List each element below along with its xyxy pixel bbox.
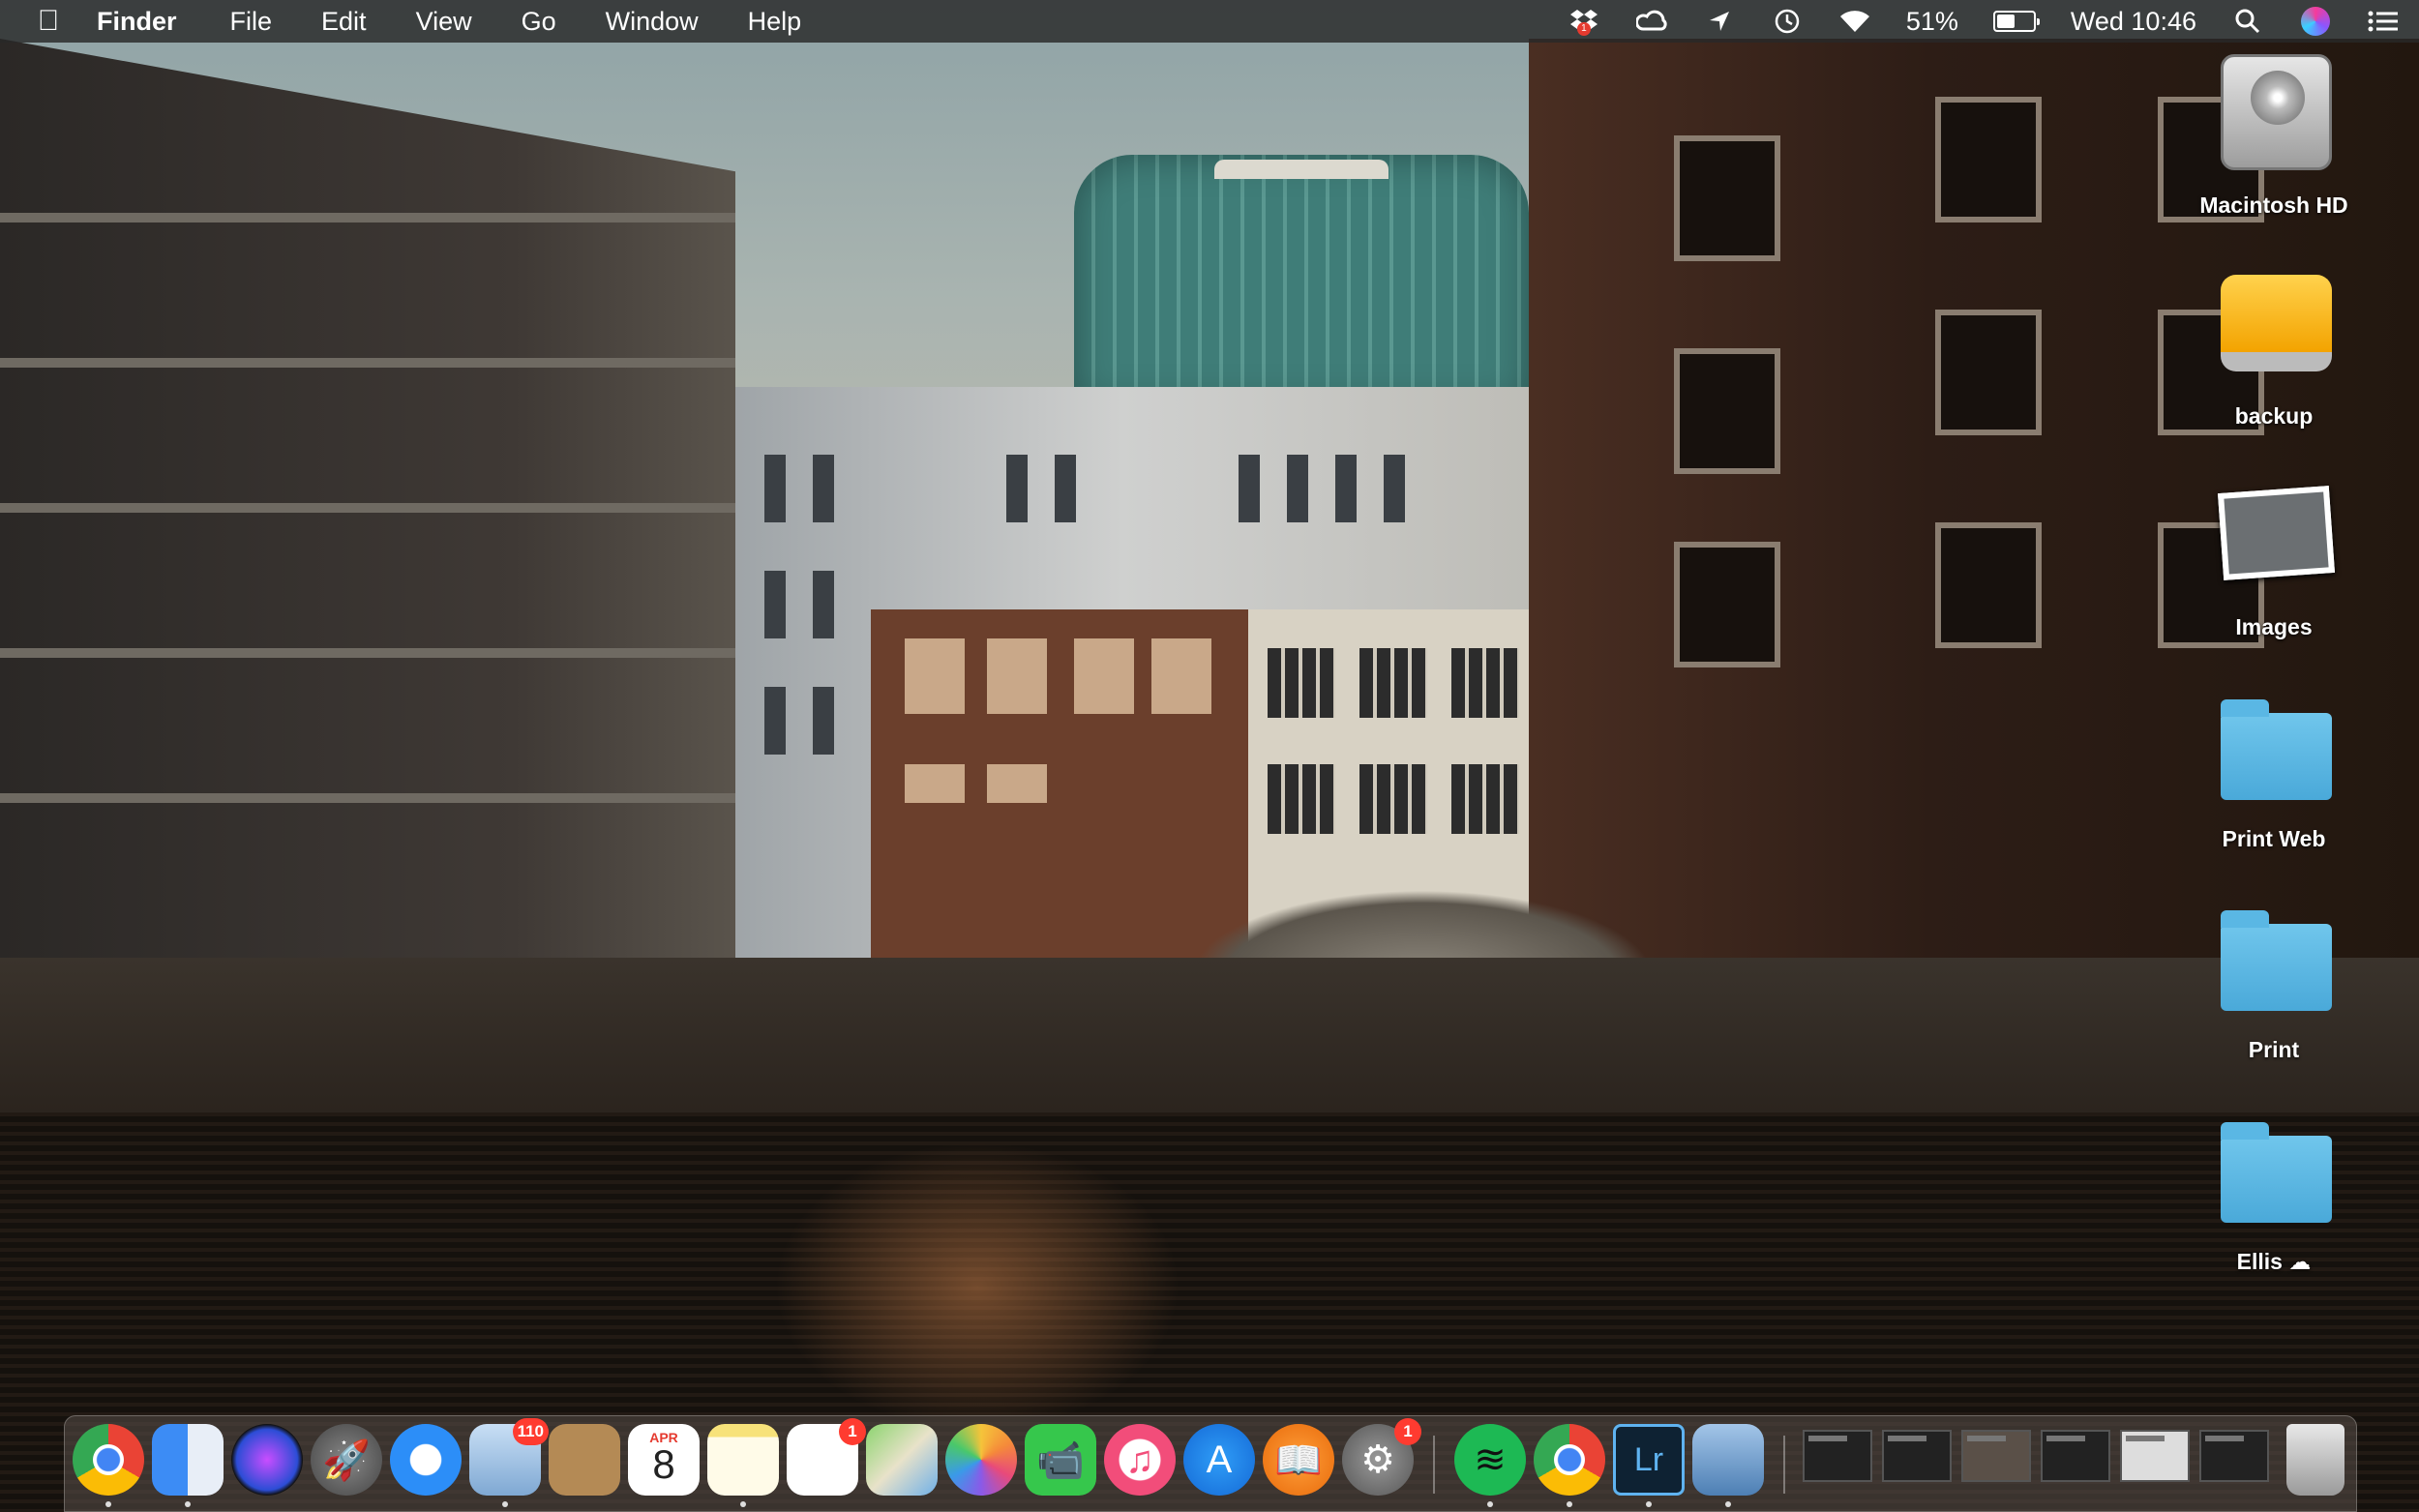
calendar-icon[interactable]: APR 8 — [628, 1424, 700, 1496]
music-note-icon[interactable]: ♫ — [1104, 1424, 1176, 1496]
compass-icon[interactable] — [390, 1424, 462, 1496]
menu-view[interactable]: View — [416, 7, 496, 37]
creative-cloud-icon[interactable] — [1635, 5, 1668, 38]
minimized-window-thumbnail[interactable] — [2120, 1430, 2190, 1482]
dock-divider — [1433, 1436, 1435, 1494]
folder-icon — [2221, 1122, 2332, 1223]
desktop-icon-ellis[interactable]: Ellis ☁ — [2148, 1111, 2400, 1304]
lightroom-icon[interactable]: Lr — [1613, 1424, 1685, 1496]
wifi-icon[interactable] — [1838, 5, 1871, 38]
minimized-window-thumbnail[interactable] — [2041, 1430, 2110, 1482]
status-area: 1 51% Wed 10:46 — [1568, 0, 2400, 43]
siri-icon[interactable] — [231, 1424, 303, 1496]
apple-menu-icon[interactable]:  — [0, 5, 97, 38]
wallpaper-reflection — [774, 1141, 1180, 1432]
desktop-icon-label: backup — [2234, 403, 2314, 429]
wallpaper-tower — [1074, 155, 1529, 406]
menu-app-finder[interactable]: Finder — [97, 7, 201, 37]
menu-window[interactable]: Window — [606, 7, 723, 37]
battery-percent: 51% — [1905, 6, 1958, 36]
facetime-icon[interactable]: 📹 — [1025, 1424, 1096, 1496]
time-machine-icon[interactable] — [1771, 5, 1804, 38]
maps-icon[interactable] — [866, 1424, 938, 1496]
chrome-icon[interactable] — [1534, 1424, 1605, 1496]
battery-fill — [1996, 15, 2016, 28]
desktop-icon-print-web[interactable]: Print Web — [2148, 688, 2400, 881]
desktop-icon-label-text: Ellis — [2236, 1249, 2283, 1274]
calendar-day: 8 — [652, 1441, 675, 1487]
system-preferences-badge: 1 — [1394, 1418, 1421, 1445]
menu-go[interactable]: Go — [522, 7, 581, 37]
desktop-icon-images[interactable]: Images — [2148, 476, 2400, 669]
rocket-icon[interactable]: 🚀 — [311, 1424, 382, 1496]
icloud-icon: ☁ — [2288, 1249, 2312, 1274]
contacts-icon[interactable] — [549, 1424, 620, 1496]
location-arrow-icon[interactable] — [1703, 5, 1736, 38]
desktop-icon-label: Images — [2235, 614, 2313, 639]
external-drive-icon — [2221, 275, 2332, 371]
desktop-icon-label: Ellis ☁ — [2148, 1249, 2400, 1275]
mail-badge: 110 — [512, 1418, 549, 1445]
desktop-icon-label: Print Web — [2222, 826, 2326, 851]
gear-icon[interactable]: ⚙ 1 — [1342, 1418, 1421, 1496]
spotify-icon[interactable]: ≋ — [1454, 1424, 1526, 1496]
battery-icon[interactable] — [1992, 11, 2040, 32]
desktop-icon-print[interactable]: Print — [2148, 899, 2400, 1092]
dock-divider — [1783, 1436, 1785, 1494]
dropbox-badge: 1 — [1576, 22, 1591, 36]
hard-drive-icon — [2221, 54, 2332, 170]
mail-icon[interactable]: 110 — [469, 1418, 549, 1496]
minimized-window-thumbnail[interactable] — [2199, 1430, 2269, 1482]
menu-clock[interactable]: Wed 10:46 — [2071, 7, 2196, 37]
dock: 🚀 110 APR 8 1 📹 ♫ A 📖 ⚙ 1 ≋ Lr — [64, 1415, 2357, 1512]
preview-icon[interactable] — [1692, 1424, 1764, 1496]
spotlight-search-icon[interactable] — [2231, 5, 2264, 38]
chrome-icon[interactable] — [73, 1424, 144, 1496]
dropbox-icon[interactable]: 1 — [1568, 5, 1600, 38]
reminders-badge: 1 — [839, 1418, 866, 1445]
desktop-wallpaper — [0, 0, 2419, 1512]
photos-stack-icon — [2218, 486, 2335, 580]
minimized-window-thumbnail[interactable] — [1961, 1430, 2031, 1482]
app-store-icon[interactable]: A — [1183, 1424, 1255, 1496]
trash-icon[interactable] — [2286, 1424, 2344, 1496]
menu-file[interactable]: File — [230, 7, 297, 37]
desktop-icon-label: Macintosh HD — [2199, 193, 2348, 218]
reminders-icon[interactable]: 1 — [787, 1418, 866, 1496]
finder-icon[interactable] — [152, 1424, 224, 1496]
minimized-window-thumbnail[interactable] — [1803, 1430, 1872, 1482]
menu-help[interactable]: Help — [748, 7, 826, 37]
photos-icon[interactable] — [945, 1424, 1017, 1496]
minimized-window-thumbnail[interactable] — [1882, 1430, 1952, 1482]
wallpaper-tower-roof — [1214, 160, 1389, 179]
menu-edit[interactable]: Edit — [321, 7, 391, 37]
desktop-icon-macintosh-hd[interactable]: Macintosh HD — [2148, 54, 2400, 248]
folder-icon — [2221, 910, 2332, 1011]
notification-center-icon[interactable] — [2367, 5, 2400, 38]
siri-icon[interactable] — [2299, 5, 2332, 38]
notes-icon[interactable] — [707, 1424, 779, 1496]
wallpaper-quay — [0, 958, 2419, 1122]
desktop-icon-backup[interactable]: backup — [2148, 265, 2400, 459]
folder-icon — [2221, 699, 2332, 800]
wallpaper-left-building — [0, 39, 735, 987]
menu-bar:  Finder File Edit View Go Window Help 1… — [0, 0, 2419, 43]
book-icon[interactable]: 📖 — [1263, 1424, 1334, 1496]
desktop-icon-label: Print — [2248, 1037, 2300, 1062]
